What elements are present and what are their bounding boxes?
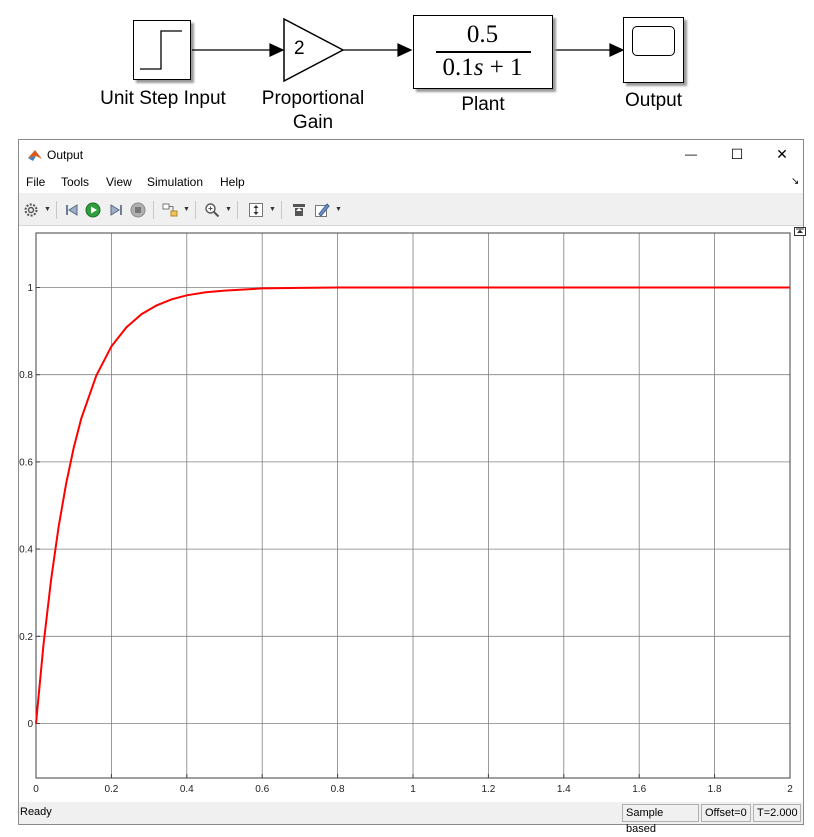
x-tick-label: 0.4 — [180, 784, 194, 795]
x-tick-label: 0.8 — [331, 784, 345, 795]
x-tick-label: 1 — [410, 784, 416, 795]
y-tick-label: 0.6 — [19, 457, 33, 468]
x-tick-label: 2 — [787, 784, 793, 795]
x-tick-label: 1.4 — [557, 784, 571, 795]
grid-lines — [35, 233, 791, 778]
x-tick-label: 0.6 — [255, 784, 269, 795]
x-tick-label: 0.2 — [104, 784, 118, 795]
y-tick-label: 0 — [27, 719, 33, 730]
x-tick-label: 1.8 — [708, 784, 722, 795]
y-tick-label: 0.8 — [19, 370, 33, 381]
y-tick-label: 1 — [27, 283, 33, 294]
y-tick-label: 0.4 — [19, 545, 33, 556]
x-tick-label: 1.2 — [481, 784, 495, 795]
x-tick-label: 0 — [33, 784, 39, 795]
x-tick-label: 1.6 — [632, 784, 646, 795]
y-tick-label: 0.2 — [19, 632, 33, 643]
scope-plot[interactable]: 0 0.2 0.4 0.6 0.8 1 1.2 1.4 1.6 1.8 2 0 0.2 0.4 0.6 0.8… — [0, 0, 814, 836]
